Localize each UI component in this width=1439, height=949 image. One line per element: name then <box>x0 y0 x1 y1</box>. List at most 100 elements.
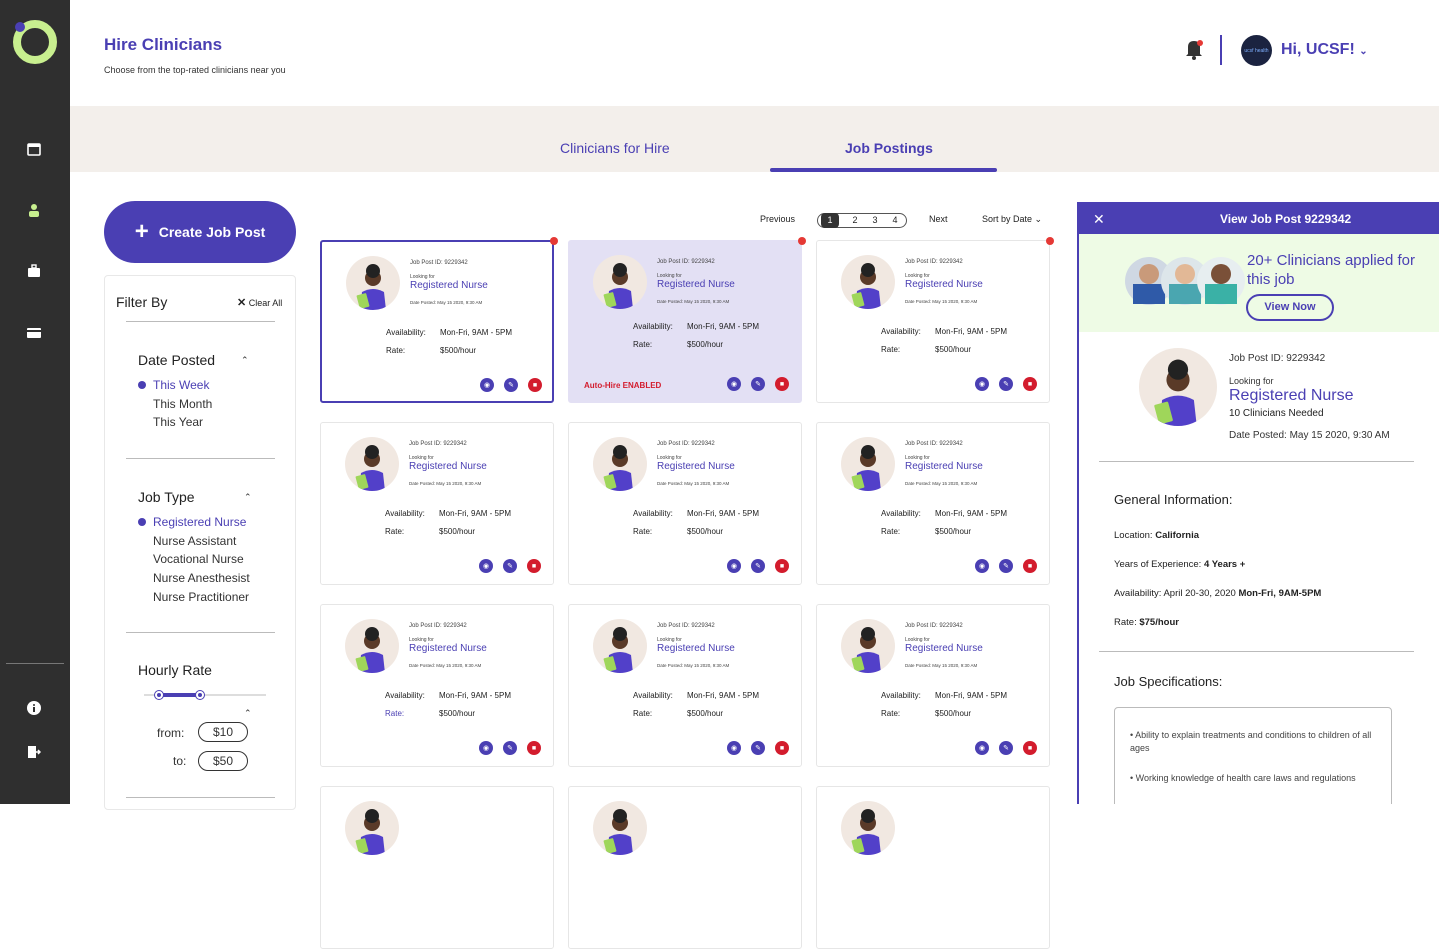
card-job-id: Job Post ID: 9229342 <box>410 260 468 266</box>
rate-from-input[interactable]: $10 <box>198 722 248 742</box>
filter-option-vocational-nurse[interactable]: Vocational Nurse <box>153 552 244 566</box>
delete-icon[interactable]: ■ <box>775 559 789 573</box>
card-availability-value: Mon-Fri, 9AM - 5PM <box>687 509 760 518</box>
job-post-card[interactable]: Job Post ID: 9229342 Looking for Registere… <box>816 240 1050 403</box>
view-icon[interactable]: ◉ <box>480 378 494 392</box>
delete-icon[interactable]: ■ <box>527 741 541 755</box>
view-icon[interactable]: ◉ <box>479 741 493 755</box>
delete-icon[interactable]: ■ <box>1023 559 1037 573</box>
job-post-card[interactable]: Job Post ID: 9229342 Looking for Registere… <box>568 604 802 767</box>
auto-hire-badge: Auto-Hire ENABLED <box>584 381 662 390</box>
job-post-card[interactable]: Job Post ID: 9229342 Looking for Registere… <box>816 604 1050 767</box>
experience-line: Years of Experience: 4 Years + <box>1114 559 1245 570</box>
delete-icon[interactable]: ■ <box>527 559 541 573</box>
close-icon[interactable]: ✕ <box>1093 211 1105 228</box>
card-availability-value: Mon-Fri, 9AM - 5PM <box>439 691 512 700</box>
view-now-button[interactable]: View Now <box>1246 294 1334 321</box>
filter-option-this-year[interactable]: This Year <box>153 415 203 429</box>
edit-icon[interactable]: ✎ <box>999 559 1013 573</box>
card-availability-label: Availability: <box>881 691 921 700</box>
briefcase-icon[interactable] <box>24 261 44 281</box>
top-header: Hire Clinicians Choose from the top-rate… <box>70 0 1439 106</box>
edit-icon[interactable]: ✎ <box>751 741 765 755</box>
view-icon[interactable]: ◉ <box>975 377 989 391</box>
job-post-card[interactable]: Job Post ID: 9229342 Looking for Registere… <box>816 422 1050 585</box>
next-page-button[interactable]: Next <box>929 214 948 224</box>
page-4-button[interactable]: 4 <box>886 213 904 228</box>
view-icon[interactable]: ◉ <box>727 377 741 391</box>
job-post-card[interactable]: Job Post ID: 9229342 Looking for Registere… <box>320 422 554 585</box>
delete-icon[interactable]: ■ <box>775 741 789 755</box>
greeting-text: Hi, UCSF! <box>1281 41 1355 58</box>
chevron-up-icon[interactable]: ⌃ <box>241 355 249 366</box>
view-icon[interactable]: ◉ <box>975 559 989 573</box>
job-post-card[interactable] <box>816 786 1050 949</box>
info-icon[interactable] <box>24 698 44 718</box>
clinician-icon[interactable] <box>24 200 44 220</box>
sort-dropdown[interactable]: Sort by Date ⌄ <box>982 214 1042 225</box>
job-post-card[interactable] <box>568 786 802 949</box>
filter-divider <box>126 797 275 798</box>
rate-slider-min-handle[interactable] <box>155 691 163 699</box>
view-icon[interactable]: ◉ <box>727 741 741 755</box>
nurse-avatar <box>345 437 399 491</box>
job-post-card[interactable]: Job Post ID: 9229342 Looking for Registere… <box>320 604 554 767</box>
edit-icon[interactable]: ✎ <box>504 378 518 392</box>
sidebar-divider <box>6 663 64 664</box>
filter-option-this-week[interactable]: This Week <box>153 378 209 392</box>
card-rate-label: Rate: <box>881 527 901 536</box>
delete-icon[interactable]: ■ <box>1023 377 1037 391</box>
edit-icon[interactable]: ✎ <box>999 377 1013 391</box>
filter-option-this-month[interactable]: This Month <box>153 397 212 411</box>
credit-card-icon[interactable] <box>24 323 44 343</box>
tab-job-postings[interactable]: Job Postings <box>845 140 933 156</box>
job-post-card[interactable]: Job Post ID: 9229342 Looking for Registere… <box>568 422 802 585</box>
edit-icon[interactable]: ✎ <box>503 559 517 573</box>
edit-icon[interactable]: ✎ <box>503 741 517 755</box>
page-3-button[interactable]: 3 <box>866 213 884 228</box>
calendar-icon[interactable] <box>24 139 44 159</box>
page-1-button[interactable]: 1 <box>821 213 839 228</box>
rate-slider-fill <box>161 693 201 697</box>
edit-icon[interactable]: ✎ <box>751 559 765 573</box>
card-date-posted: Date Posted: May 15 2020, 9:30 AM <box>905 481 978 486</box>
logout-icon[interactable] <box>24 742 44 762</box>
card-availability-label: Availability: <box>881 509 921 518</box>
view-icon[interactable]: ◉ <box>479 559 493 573</box>
filter-option-nurse-assistant[interactable]: Nurse Assistant <box>153 534 236 548</box>
card-job-id: Job Post ID: 9229342 <box>657 623 715 629</box>
view-icon[interactable]: ◉ <box>727 559 741 573</box>
chevron-up-icon[interactable]: ⌃ <box>244 708 252 719</box>
view-icon[interactable]: ◉ <box>975 741 989 755</box>
card-rate-label: Rate: <box>385 709 405 718</box>
clear-all-button[interactable]: ✕ Clear All <box>237 296 282 309</box>
card-rate-value: $500/hour <box>935 345 972 354</box>
nurse-avatar <box>841 801 895 855</box>
general-info-heading: General Information: <box>1114 492 1233 507</box>
page-2-button[interactable]: 2 <box>846 213 864 228</box>
app-logo[interactable] <box>11 18 59 66</box>
filter-option-registered-nurse[interactable]: Registered Nurse <box>153 515 246 529</box>
edit-icon[interactable]: ✎ <box>751 377 765 391</box>
chevron-up-icon[interactable]: ⌃ <box>244 492 252 503</box>
delete-icon[interactable]: ■ <box>775 377 789 391</box>
card-availability-value: Mon-Fri, 9AM - 5PM <box>935 691 1008 700</box>
delete-icon[interactable]: ■ <box>528 378 542 392</box>
tab-clinicians-for-hire[interactable]: Clinicians for Hire <box>560 140 670 156</box>
job-post-card[interactable] <box>320 786 554 949</box>
notification-bell-icon[interactable] <box>1184 38 1204 60</box>
create-job-post-button[interactable]: + Create Job Post <box>104 201 296 263</box>
nurse-avatar <box>345 619 399 673</box>
job-post-card[interactable]: Job Post ID: 9229342 Looking for Registere… <box>320 240 554 403</box>
edit-icon[interactable]: ✎ <box>999 741 1013 755</box>
user-avatar[interactable]: ucsf health <box>1241 35 1272 66</box>
job-post-card[interactable]: Job Post ID: 9229342 Looking for Registere… <box>568 240 802 403</box>
filter-option-nurse-practitioner[interactable]: Nurse Practitioner <box>153 590 249 604</box>
nurse-avatar <box>346 256 400 310</box>
user-greeting[interactable]: Hi, UCSF! ⌄ <box>1281 41 1368 59</box>
rate-slider-max-handle[interactable] <box>196 691 204 699</box>
filter-option-nurse-anesthesist[interactable]: Nurse Anesthesist <box>153 571 250 585</box>
previous-page-button[interactable]: Previous <box>760 214 795 224</box>
rate-to-input[interactable]: $50 <box>198 751 248 771</box>
delete-icon[interactable]: ■ <box>1023 741 1037 755</box>
